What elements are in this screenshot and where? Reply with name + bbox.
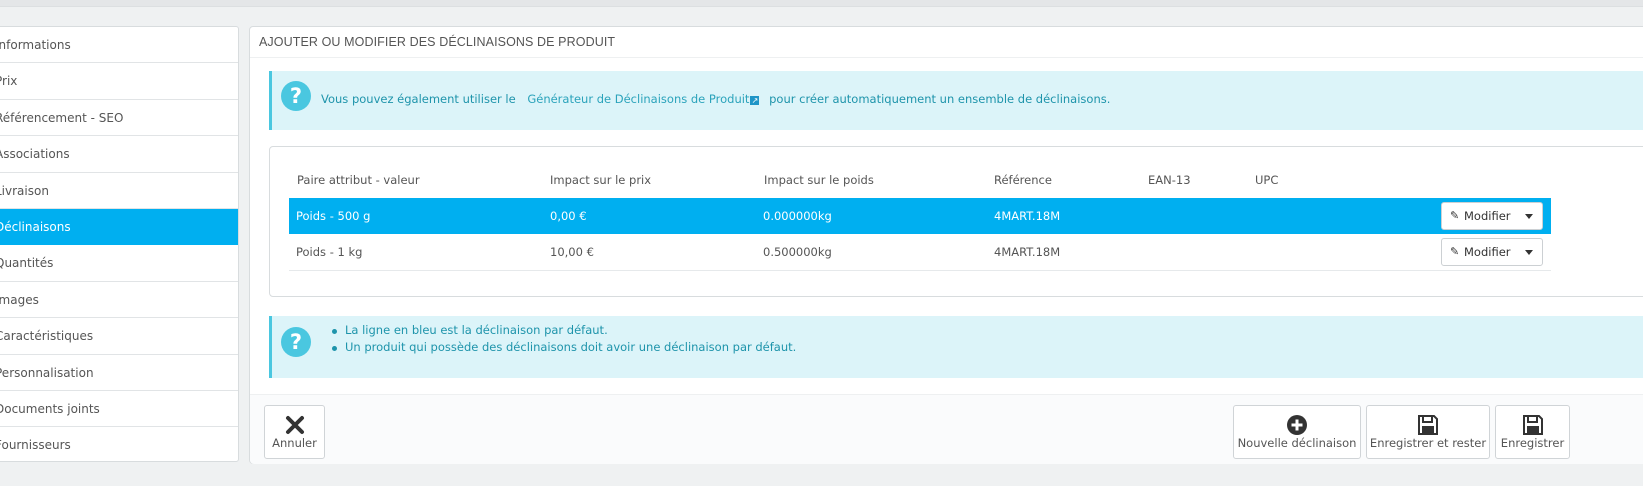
new-combination-label: Nouvelle déclinaison xyxy=(1237,436,1357,450)
sidebar-item-documents[interactable]: Documents joints xyxy=(0,391,238,428)
save-button[interactable]: Enregistrer xyxy=(1495,405,1570,459)
sidebar-item-prix[interactable]: Prix xyxy=(0,63,238,100)
external-link-icon: ↗ xyxy=(750,96,760,105)
default-combination-alert: ? La ligne en bleu est la déclinaison pa… xyxy=(269,316,1643,378)
cell-attribute: Poids - 500 g xyxy=(296,209,371,223)
col-attribute: Paire attribut - valeur xyxy=(297,173,420,187)
sidebar-item-seo[interactable]: Référencement - SEO xyxy=(0,100,238,137)
cell-weight: 0.500000kg xyxy=(763,245,832,259)
plus-circle-icon xyxy=(1234,414,1360,436)
notes-list: La ligne en bleu est la déclinaison par … xyxy=(332,322,796,356)
generator-link[interactable]: Générateur de Déclinaisons de Produit ↗ xyxy=(527,92,760,106)
modify-label: Modifier xyxy=(1464,209,1511,223)
pencil-icon: ✎ xyxy=(1450,209,1460,222)
new-combination-button[interactable]: Nouvelle déclinaison xyxy=(1233,405,1361,459)
combinations-table: Paire attribut - valeur Impact sur le pr… xyxy=(269,146,1643,297)
col-upc: UPC xyxy=(1255,173,1279,187)
info-suffix: pour créer automatiquement un ensemble d… xyxy=(769,92,1111,106)
note-item: Un produit qui possède des déclinaisons … xyxy=(332,339,796,356)
col-ean13: EAN-13 xyxy=(1148,173,1191,187)
col-reference: Référence xyxy=(994,173,1052,187)
cancel-button[interactable]: Annuler xyxy=(264,405,325,459)
floppy-disk-icon xyxy=(1367,414,1489,436)
cell-price: 10,00 € xyxy=(550,245,594,259)
generator-link-label[interactable]: Générateur de Déclinaisons de Produit xyxy=(527,92,749,106)
cell-attribute: Poids - 1 kg xyxy=(296,245,363,259)
panel-footer: Annuler Nouvelle déclinaison Enregistrer… xyxy=(250,394,1643,464)
modify-button[interactable]: ✎ Modifier xyxy=(1441,202,1543,230)
sidebar-item-fournisseurs[interactable]: Fournisseurs xyxy=(0,427,238,461)
product-tabs-sidebar: Informations Prix Référencement - SEO As… xyxy=(0,26,239,462)
generator-info-alert: ? Vous pouvez également utiliser le Géné… xyxy=(269,71,1643,130)
col-weight-impact: Impact sur le poids xyxy=(764,173,874,187)
cell-price: 0,00 € xyxy=(550,209,587,223)
sidebar-item-quantites[interactable]: Quantités xyxy=(0,245,238,282)
modify-label: Modifier xyxy=(1464,245,1511,259)
info-prefix: Vous pouvez également utiliser le xyxy=(321,92,516,106)
sidebar-item-declinaisons[interactable]: Déclinaisons xyxy=(0,208,238,246)
top-bar xyxy=(0,0,1643,7)
sidebar-item-personnalisation[interactable]: Personnalisation xyxy=(0,355,238,391)
sidebar-item-associations[interactable]: Associations xyxy=(0,136,238,173)
sidebar-item-livraison[interactable]: Livraison xyxy=(0,173,238,209)
col-price-impact: Impact sur le prix xyxy=(550,173,652,187)
close-icon xyxy=(265,414,324,436)
cancel-label: Annuler xyxy=(272,436,317,450)
panel-title: Ajouter ou modifier des déclinaisons de … xyxy=(250,27,1643,58)
pencil-icon: ✎ xyxy=(1450,245,1460,258)
question-icon: ? xyxy=(281,81,311,111)
combinations-panel: Ajouter ou modifier des déclinaisons de … xyxy=(249,26,1643,464)
floppy-disk-icon xyxy=(1496,414,1569,436)
question-icon: ? xyxy=(281,327,311,357)
save-and-stay-button[interactable]: Enregistrer et rester xyxy=(1366,405,1490,459)
cell-reference: 4MART.18M xyxy=(994,209,1061,223)
sidebar-item-informations[interactable]: Informations xyxy=(0,27,238,64)
table-row-default[interactable]: Poids - 500 g 0,00 € 0.000000kg 4MART.18… xyxy=(289,198,1551,234)
cell-weight: 0.000000kg xyxy=(763,209,832,223)
save-and-stay-label: Enregistrer et rester xyxy=(1369,436,1487,450)
sidebar-item-caracteristiques[interactable]: Caractéristiques xyxy=(0,318,238,355)
chevron-down-icon[interactable] xyxy=(1525,214,1533,219)
note-item: La ligne en bleu est la déclinaison par … xyxy=(332,322,796,339)
generator-info-text: Vous pouvez également utiliser le Généra… xyxy=(321,92,1110,106)
modify-button[interactable]: ✎ Modifier xyxy=(1441,238,1543,266)
table-row[interactable]: Poids - 1 kg 10,00 € 0.500000kg 4MART.18… xyxy=(289,234,1551,271)
sidebar-item-images[interactable]: Images xyxy=(0,282,238,319)
save-label: Enregistrer xyxy=(1500,436,1565,450)
cell-reference: 4MART.18M xyxy=(994,245,1061,259)
chevron-down-icon[interactable] xyxy=(1525,250,1533,255)
